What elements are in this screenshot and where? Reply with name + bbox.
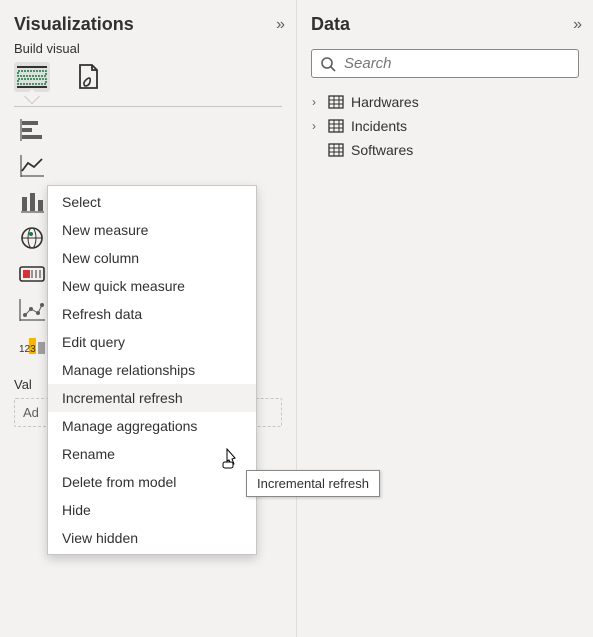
menu-new-column[interactable]: New column xyxy=(48,244,256,272)
table-name: Softwares xyxy=(351,142,413,158)
build-visual-icon xyxy=(17,65,47,89)
table-row[interactable]: › Incidents xyxy=(303,114,587,138)
table-icon xyxy=(328,143,344,157)
line-chart-icon[interactable] xyxy=(19,153,45,179)
table-context-menu: Select New measure New column New quick … xyxy=(47,185,257,555)
menu-new-measure[interactable]: New measure xyxy=(48,216,256,244)
menu-new-quick-measure[interactable]: New quick measure xyxy=(48,272,256,300)
map-icon[interactable] xyxy=(19,225,45,251)
collapse-data-icon[interactable]: » xyxy=(573,16,579,34)
menu-delete-from-model[interactable]: Delete from model xyxy=(48,468,256,496)
menu-edit-query[interactable]: Edit query xyxy=(48,328,256,356)
menu-hide[interactable]: Hide xyxy=(48,496,256,524)
table-name: Hardwares xyxy=(351,94,419,110)
data-pane: Data » › Hardwares › Incidents xyxy=(296,0,593,637)
table-name: Incidents xyxy=(351,118,407,134)
chevron-right-icon: › xyxy=(307,119,321,133)
svg-text:123: 123 xyxy=(19,344,36,355)
visualizations-title: Visualizations xyxy=(14,14,134,35)
table-row[interactable]: Softwares xyxy=(303,138,587,162)
build-visual-tab[interactable] xyxy=(14,62,50,92)
tooltip: Incremental refresh xyxy=(246,470,380,497)
key-influencers-icon[interactable] xyxy=(19,297,45,323)
table-icon xyxy=(328,95,344,109)
menu-select[interactable]: Select xyxy=(48,188,256,216)
stacked-bar-chart-icon[interactable] xyxy=(19,117,45,143)
build-visual-label: Build visual xyxy=(0,39,296,62)
menu-view-hidden[interactable]: View hidden xyxy=(48,524,256,552)
qa-visual-icon[interactable]: 123 xyxy=(19,333,45,359)
menu-incremental-refresh[interactable]: Incremental refresh xyxy=(48,384,256,412)
table-icon xyxy=(328,119,344,133)
format-visual-tab[interactable] xyxy=(76,63,102,91)
table-row[interactable]: › Hardwares xyxy=(303,90,587,114)
chevron-right-icon: › xyxy=(307,95,321,109)
collapse-visualizations-icon[interactable]: » xyxy=(276,16,282,34)
menu-manage-aggregations[interactable]: Manage aggregations xyxy=(48,412,256,440)
menu-rename[interactable]: Rename xyxy=(48,440,256,468)
gauge-icon[interactable] xyxy=(19,261,45,287)
search-input[interactable] xyxy=(344,55,570,72)
search-icon xyxy=(320,56,336,72)
viz-gallery-column: 123 xyxy=(0,117,50,359)
menu-manage-relationships[interactable]: Manage relationships xyxy=(48,356,256,384)
ribbon-chart-icon[interactable] xyxy=(19,189,45,215)
search-box[interactable] xyxy=(311,49,579,78)
format-page-icon xyxy=(76,63,102,91)
data-title: Data xyxy=(311,14,350,35)
menu-refresh-data[interactable]: Refresh data xyxy=(48,300,256,328)
